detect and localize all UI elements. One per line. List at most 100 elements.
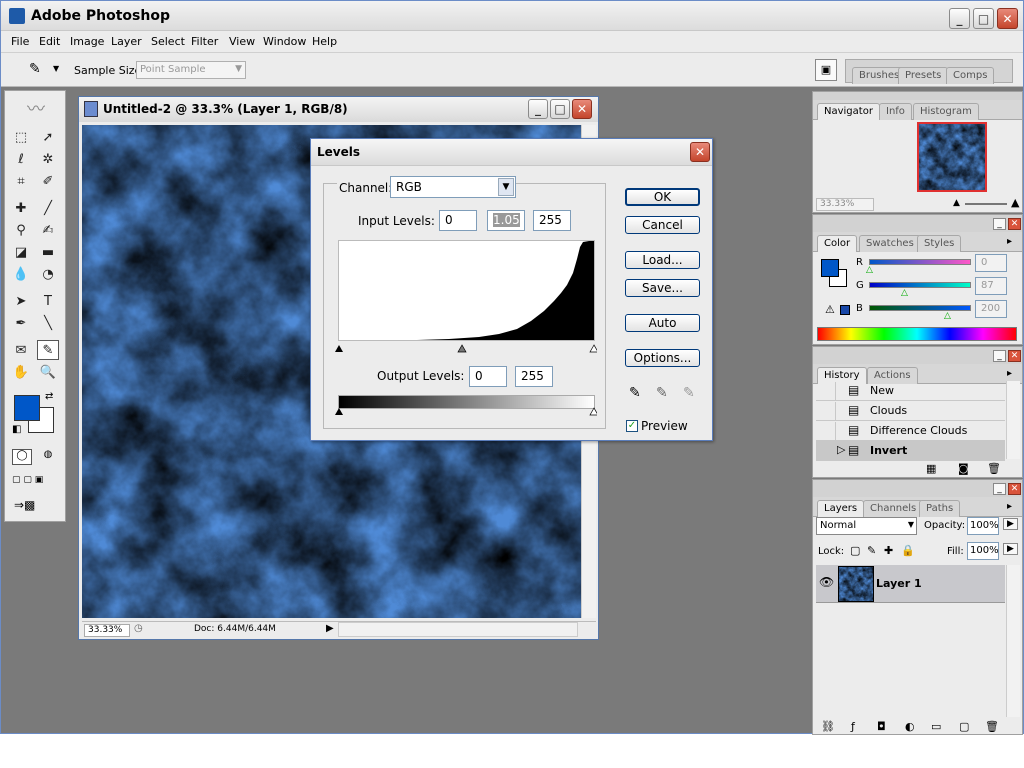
- link-layers-icon[interactable]: ⛓: [821, 720, 835, 733]
- pen-tool-icon[interactable]: ✒: [10, 313, 32, 333]
- menu-file[interactable]: File: [11, 35, 29, 48]
- slice-tool-icon[interactable]: ✐: [37, 171, 59, 191]
- tab-info[interactable]: Info: [879, 103, 912, 120]
- sample-size-select[interactable]: Point Sample ▼: [136, 61, 246, 79]
- gradient-tool-icon[interactable]: ▬: [37, 242, 59, 262]
- default-colors-icon[interactable]: ◧: [12, 424, 21, 435]
- ok-button[interactable]: OK: [625, 188, 700, 206]
- tab-color[interactable]: Color: [817, 235, 858, 252]
- document-minimize-button[interactable]: _: [528, 99, 548, 119]
- r-slider-thumb[interactable]: △: [866, 265, 873, 275]
- lasso-tool-icon[interactable]: ℓ: [10, 149, 32, 169]
- navigator-thumbnail[interactable]: [917, 122, 987, 192]
- tab-channels[interactable]: Channels: [863, 500, 924, 517]
- navigator-zoom-slider[interactable]: [965, 203, 1007, 205]
- cancel-button[interactable]: Cancel: [625, 216, 700, 234]
- well-tab-comps[interactable]: Comps: [946, 67, 995, 84]
- foreground-color-swatch[interactable]: [14, 395, 40, 421]
- history-brush-source[interactable]: [816, 442, 836, 460]
- output-black-slider[interactable]: [335, 408, 343, 415]
- marquee-tool-icon[interactable]: ⬚: [10, 127, 32, 147]
- color-panel-minimize[interactable]: _: [993, 218, 1006, 230]
- document-maximize-button[interactable]: □: [550, 99, 570, 119]
- tab-paths[interactable]: Paths: [919, 500, 961, 517]
- lock-image-icon[interactable]: ✎: [867, 544, 876, 557]
- well-tab-presets[interactable]: Presets: [898, 67, 949, 84]
- zoom-out-icon[interactable]: ▲: [953, 198, 960, 208]
- tab-navigator[interactable]: Navigator: [817, 103, 880, 120]
- zoom-in-icon[interactable]: ▲: [1011, 196, 1019, 209]
- panel-menu-icon[interactable]: ▸: [1007, 236, 1012, 247]
- tab-layers[interactable]: Layers: [817, 500, 865, 517]
- move-tool-icon[interactable]: ➚: [37, 127, 59, 147]
- hand-tool-icon[interactable]: ✋: [10, 362, 32, 382]
- gamut-swatch[interactable]: [840, 305, 850, 315]
- white-eyedropper-icon[interactable]: ✎: [683, 385, 695, 401]
- blur-tool-icon[interactable]: 💧: [10, 264, 32, 284]
- output-white-slider[interactable]: [589, 407, 597, 416]
- tool-preset-dropdown[interactable]: ▼: [53, 64, 59, 73]
- r-slider[interactable]: [869, 259, 971, 265]
- menu-window[interactable]: Window: [263, 35, 306, 48]
- eraser-tool-icon[interactable]: ◪: [10, 242, 32, 262]
- g-slider-thumb[interactable]: △: [901, 288, 908, 298]
- eyedropper-tool-icon[interactable]: ✎: [37, 340, 59, 360]
- layer-mask-icon[interactable]: ◘: [877, 720, 886, 733]
- imageready-icon[interactable]: ◷: [134, 623, 143, 634]
- input-black-field[interactable]: 0: [439, 210, 477, 231]
- menu-view[interactable]: View: [229, 35, 255, 48]
- history-state-slider-icon[interactable]: ▷: [837, 443, 845, 456]
- lock-position-icon[interactable]: ✚: [884, 544, 893, 557]
- input-black-slider[interactable]: [335, 345, 343, 352]
- dodge-tool-icon[interactable]: ◔: [37, 264, 59, 284]
- b-field[interactable]: 200: [975, 300, 1007, 318]
- layers-scrollbar[interactable]: [1006, 565, 1020, 717]
- navigator-zoom-field[interactable]: 33.33%: [816, 198, 874, 211]
- g-field[interactable]: 87: [975, 277, 1007, 295]
- levels-close-button[interactable]: ✕: [690, 142, 710, 162]
- zoom-readout[interactable]: 33.33%: [84, 624, 130, 637]
- fill-field[interactable]: 100%: [967, 542, 999, 560]
- screen-mode-buttons[interactable]: ▢ ▢ ▣: [12, 475, 60, 489]
- notes-tool-icon[interactable]: ✉: [10, 340, 32, 360]
- quick-mask-button[interactable]: ◍: [38, 449, 58, 465]
- menu-select[interactable]: Select: [151, 35, 185, 48]
- r-field[interactable]: 0: [975, 254, 1007, 272]
- layer-style-icon[interactable]: ƒ: [851, 720, 855, 733]
- panel-menu-icon[interactable]: ▸: [1007, 368, 1012, 379]
- magic-wand-tool-icon[interactable]: ✲: [37, 149, 59, 169]
- close-button[interactable]: ✕: [997, 8, 1018, 29]
- fill-slider-arrow-icon[interactable]: ▶: [1003, 543, 1018, 555]
- line-tool-icon[interactable]: ╲: [37, 313, 59, 333]
- document-close-button[interactable]: ✕: [572, 99, 592, 119]
- history-item-active[interactable]: ▷ ▤ Invert: [816, 441, 1005, 461]
- status-menu-arrow-icon[interactable]: ▶: [326, 623, 334, 634]
- maximize-button[interactable]: □: [973, 8, 994, 29]
- opacity-slider-arrow-icon[interactable]: ▶: [1003, 518, 1018, 530]
- history-brush-source[interactable]: [816, 422, 836, 440]
- history-brush-tool-icon[interactable]: ✍: [37, 220, 59, 240]
- new-document-from-state-icon[interactable]: ▦: [926, 462, 936, 475]
- history-item[interactable]: ▤ New: [816, 381, 1005, 401]
- color-ramp[interactable]: [817, 327, 1017, 341]
- black-eyedropper-icon[interactable]: ✎: [629, 385, 641, 401]
- horizontal-scrollbar[interactable]: [338, 622, 578, 637]
- layers-panel-minimize[interactable]: _: [993, 483, 1006, 495]
- input-white-field[interactable]: 255: [533, 210, 571, 231]
- delete-layer-icon[interactable]: 🗑: [985, 720, 999, 733]
- crop-tool-icon[interactable]: ⌗: [10, 171, 32, 191]
- input-gamma-slider[interactable]: [457, 344, 467, 353]
- lock-transparency-icon[interactable]: ▢: [850, 544, 860, 557]
- panel-menu-icon[interactable]: ▸: [1007, 501, 1012, 512]
- preview-checkbox[interactable]: ✓: [626, 420, 638, 432]
- channel-select[interactable]: RGB ▼: [390, 176, 516, 198]
- layer-visibility-eye-icon[interactable]: 👁: [819, 575, 834, 589]
- history-brush-source[interactable]: [816, 402, 836, 420]
- menu-edit[interactable]: Edit: [39, 35, 60, 48]
- load-button[interactable]: Load...: [625, 251, 700, 269]
- eyedropper-tool-icon[interactable]: ✎: [29, 61, 41, 77]
- gamut-warning-icon[interactable]: ⚠: [825, 303, 835, 316]
- zoom-tool-icon[interactable]: 🔍: [37, 362, 59, 382]
- type-tool-icon[interactable]: T: [37, 291, 59, 311]
- jump-to-imageready-icon[interactable]: ⇒▩: [14, 498, 58, 518]
